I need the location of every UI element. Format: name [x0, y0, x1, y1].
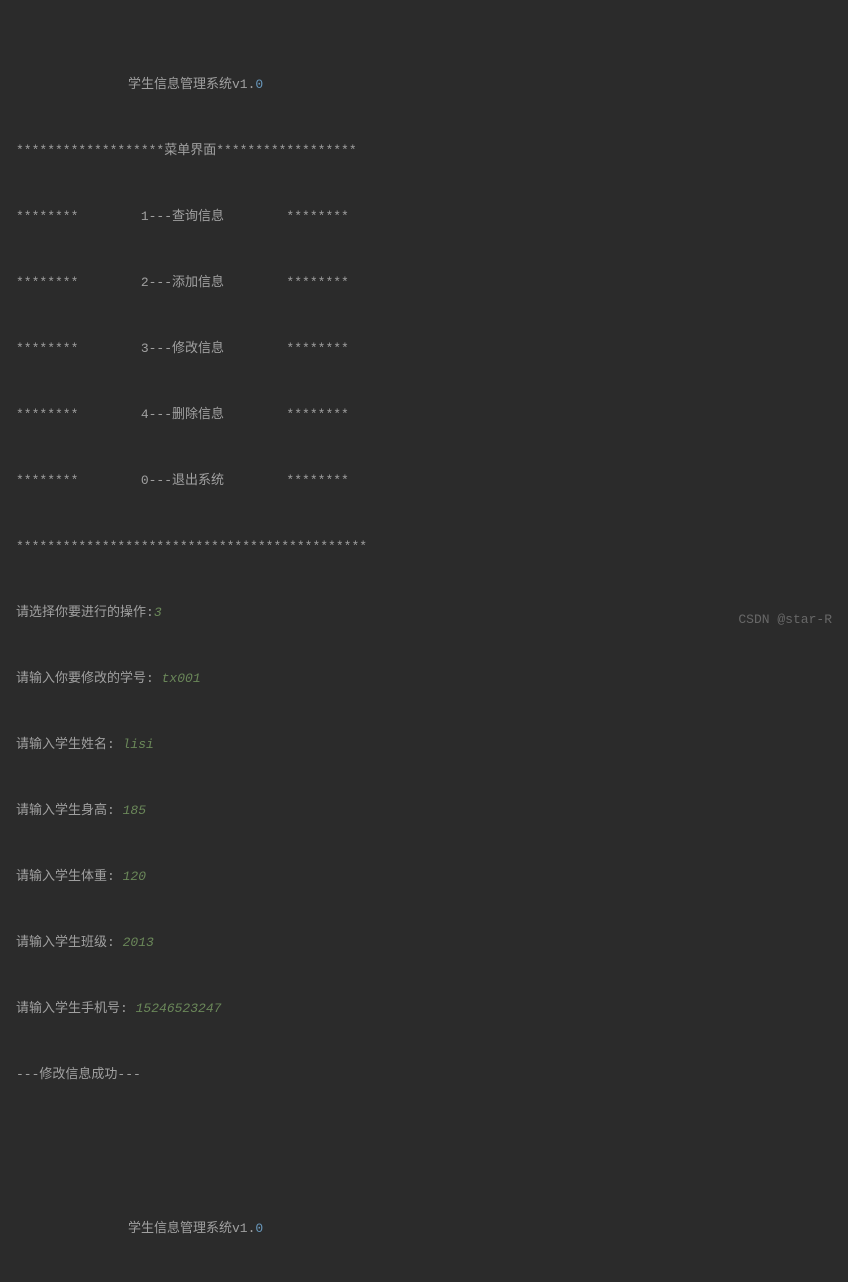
menu-footer: ****************************************…: [16, 536, 832, 558]
prompt-operation: 请选择你要进行的操作:3: [16, 602, 832, 624]
menu-item: ******** 2---添加信息 ********: [16, 272, 832, 294]
menu-item: ******** 4---删除信息 ********: [16, 404, 832, 426]
terminal-output: 学生信息管理系统v1.0 *******************菜单界面****…: [16, 8, 832, 1282]
user-input-name: lisi: [123, 737, 154, 752]
prompt-student-height: 请输入学生身高: 185: [16, 800, 832, 822]
menu-item: ******** 3---修改信息 ********: [16, 338, 832, 360]
system-title: 学生信息管理系统v1.0: [16, 1218, 832, 1240]
user-input-weight: 120: [123, 869, 146, 884]
user-input-height: 185: [123, 803, 146, 818]
prompt-student-id: 请输入你要修改的学号: tx001: [16, 668, 832, 690]
user-input-op: 3: [154, 605, 162, 620]
menu-item: ******** 0---退出系统 ********: [16, 470, 832, 492]
watermark: CSDN @star-R: [738, 609, 832, 631]
menu-header: *******************菜单界面*****************…: [16, 140, 832, 162]
prompt-student-weight: 请输入学生体重: 120: [16, 866, 832, 888]
user-input-phone: 15246523247: [136, 1001, 222, 1016]
system-title: 学生信息管理系统v1.0: [16, 74, 832, 96]
success-message: ---修改信息成功---: [16, 1064, 832, 1086]
blank-line: [16, 1130, 832, 1152]
prompt-student-name: 请输入学生姓名: lisi: [16, 734, 832, 756]
user-input-id: tx001: [162, 671, 201, 686]
user-input-class: 2013: [123, 935, 154, 950]
prompt-student-class: 请输入学生班级: 2013: [16, 932, 832, 954]
menu-item: ******** 1---查询信息 ********: [16, 206, 832, 228]
prompt-student-phone: 请输入学生手机号: 15246523247: [16, 998, 832, 1020]
